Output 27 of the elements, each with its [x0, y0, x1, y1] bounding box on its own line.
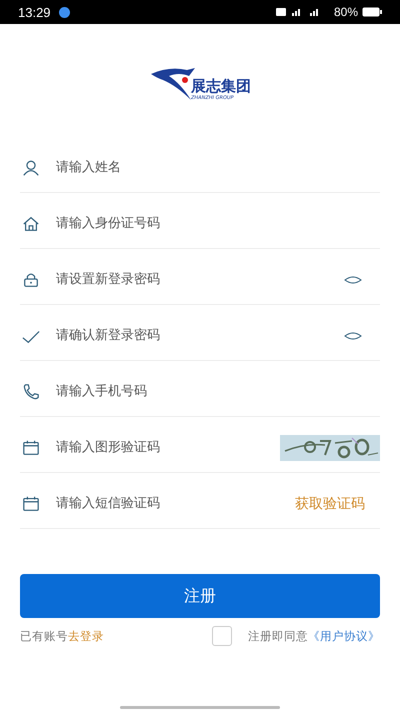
eye-icon[interactable] [344, 276, 362, 284]
text-field[interactable]: 请输入图形验证码 [56, 436, 280, 459]
user-agreement-link[interactable]: 《用户协议》 [308, 628, 380, 644]
house-icon [22, 214, 40, 232]
login-prompt: 已有账号 [20, 628, 68, 644]
text-field[interactable]: 请确认新登录密码 [56, 324, 344, 347]
agreement-text: 注册即同意 [248, 628, 308, 644]
calendar-icon [22, 438, 40, 456]
get-code-button[interactable]: 获取验证码 [295, 492, 365, 514]
login-link[interactable]: 去登录 [68, 628, 104, 644]
phone-icon [22, 382, 40, 400]
calendar-icon [22, 494, 40, 512]
agreement-checkbox[interactable] [212, 626, 232, 646]
eye-icon[interactable] [344, 332, 362, 340]
notification-dot-icon [58, 6, 70, 18]
text-field[interactable]: 请输入姓名 [56, 156, 380, 179]
text-field[interactable]: 请输入身份证号码 [56, 212, 380, 235]
battery-level: 80% [334, 5, 358, 19]
logo-title: 展志集团 [191, 78, 251, 95]
register-button[interactable]: 注册 [20, 574, 380, 618]
clock: 13:29 [18, 4, 51, 20]
lock-icon [22, 270, 40, 288]
battery-icon [362, 7, 382, 17]
person-icon [22, 158, 40, 176]
text-field[interactable]: 请设置新登录密码 [56, 268, 344, 291]
text-field[interactable]: 请输入手机号码 [56, 380, 380, 403]
text-field[interactable]: 请输入短信验证码 [56, 492, 295, 515]
